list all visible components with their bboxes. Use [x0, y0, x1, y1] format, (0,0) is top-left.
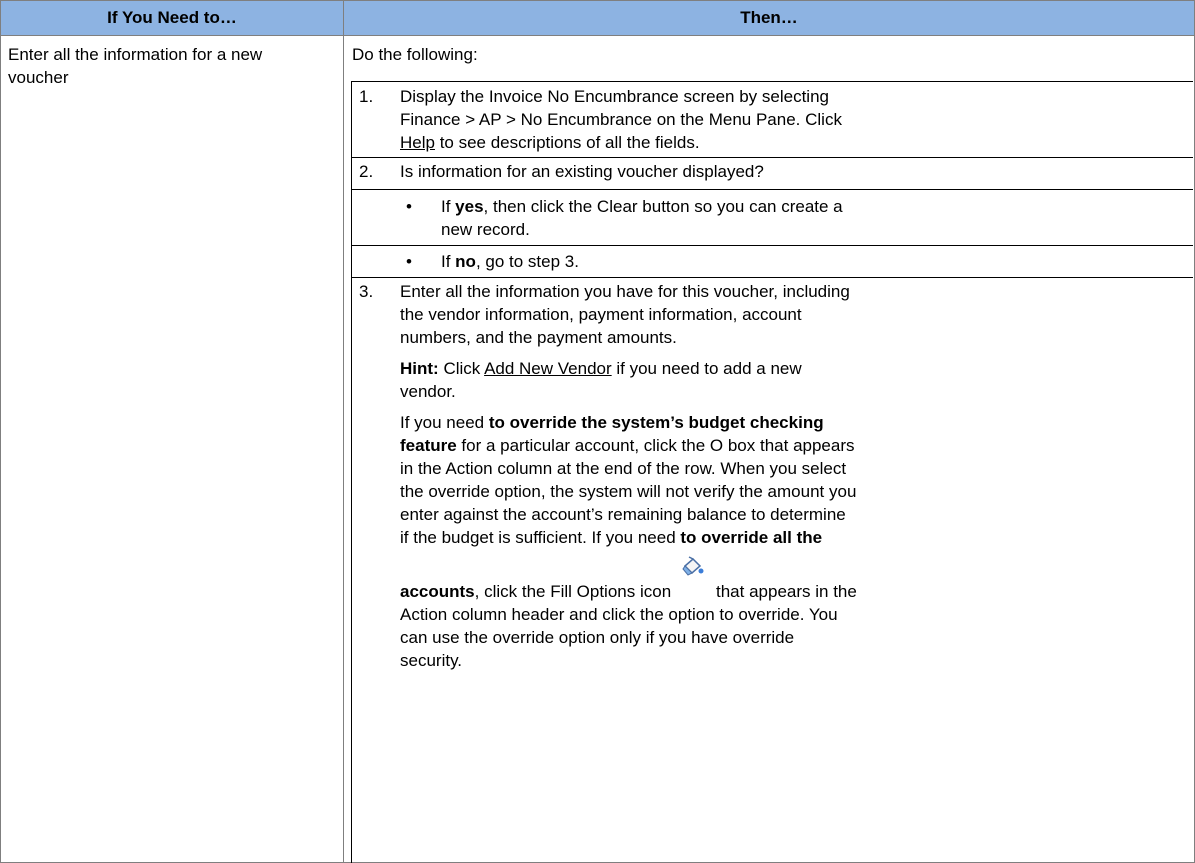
step1-line3-rest: to see descriptions of all the fields.: [434, 133, 700, 152]
task-text-line1: Enter all the information for a new: [8, 45, 263, 64]
override-line7: accounts, click the Fill Options icon: [400, 580, 671, 604]
override-line9: can use the override option only if you …: [400, 628, 795, 647]
step-separator: [351, 245, 1193, 246]
fill-options-icon: [682, 556, 704, 576]
override-line6: if the budget is sufficient. If you need…: [400, 526, 822, 550]
override-line1: If you need to override the system’s bud…: [400, 411, 824, 435]
override-l7-bold: accounts: [400, 582, 475, 601]
step-border-left: [351, 81, 352, 863]
step3-line1: Enter all the information you have for t…: [400, 282, 850, 301]
help-link[interactable]: Help: [400, 133, 435, 152]
add-new-vendor-link[interactable]: Add New Vendor: [484, 359, 612, 378]
hint-label: Hint:: [400, 359, 439, 378]
task-cell: [1, 36, 344, 862]
step3-line3: numbers, and the payment amounts.: [400, 328, 677, 347]
hint-line1: Hint: Click Add New Vendor if you need t…: [400, 357, 802, 381]
step1-line1: Display the Invoice No Encumbrance scree…: [400, 87, 829, 106]
instructions-intro: Do the following:: [352, 45, 478, 64]
step-separator: [351, 277, 1193, 278]
override-line10: security.: [400, 651, 463, 670]
override-line3: in the Action column at the end of the r…: [400, 459, 847, 478]
yes-line2: new record.: [441, 220, 530, 239]
step3-number: 3.: [359, 282, 374, 301]
override-l2-rest: for a particular account, click the O bo…: [456, 436, 855, 455]
step3-line2: the vendor information, payment informat…: [400, 305, 802, 324]
bullet-no: •: [406, 252, 412, 271]
override-line5: enter against the account’s remaining ba…: [400, 505, 846, 524]
override-l6-pre: if the budget is sufficient. If you need: [400, 528, 681, 547]
step1-number: 1.: [359, 87, 374, 106]
step2-number: 2.: [359, 162, 374, 181]
hint-post: if you need to add a new: [611, 359, 802, 378]
no-rest: , go to step 3.: [475, 252, 579, 271]
override-l7-mid: , click the Fill Options icon: [474, 582, 672, 601]
override-l2-bold: feature: [400, 436, 457, 455]
yes-bold: yes: [455, 197, 484, 216]
override-l1-pre: If you need: [400, 413, 489, 432]
task-text-line2: voucher: [8, 68, 69, 87]
override-line2: feature for a particular account, click …: [400, 434, 855, 458]
no-line: If no, go to step 3.: [441, 250, 579, 274]
step-separator: [351, 189, 1193, 190]
hint-line2: vendor.: [400, 382, 456, 401]
yes-line1: If yes, then click the Clear button so y…: [441, 195, 843, 219]
table-header-row: If You Need to… Then…: [1, 1, 1194, 36]
step1-line3: Help to see descriptions of all the fiel…: [400, 131, 700, 155]
hint-pre: Click: [438, 359, 485, 378]
header-if-you-need-to: If You Need to…: [1, 1, 344, 35]
no-prefix: If: [441, 252, 456, 271]
yes-prefix: If: [441, 197, 456, 216]
override-line7-post: that appears in the: [716, 582, 857, 601]
yes-line1-rest: , then click the Clear button so you can…: [483, 197, 843, 216]
override-line8: Action column header and click the optio…: [400, 605, 838, 624]
bullet-yes: •: [406, 197, 412, 216]
override-line4: the override option, the system will not…: [400, 482, 857, 501]
header-then: Then…: [740, 8, 798, 27]
override-l1-bold: to override the system’s budget checking: [488, 413, 824, 432]
step2-text: Is information for an existing voucher d…: [400, 162, 764, 181]
no-bold: no: [455, 252, 476, 271]
step-separator: [351, 157, 1193, 158]
override-l6-bold: to override all the: [680, 528, 823, 547]
step-separator: [351, 81, 1193, 82]
step1-line2: Finance > AP > No Encumbrance on the Men…: [400, 110, 842, 129]
